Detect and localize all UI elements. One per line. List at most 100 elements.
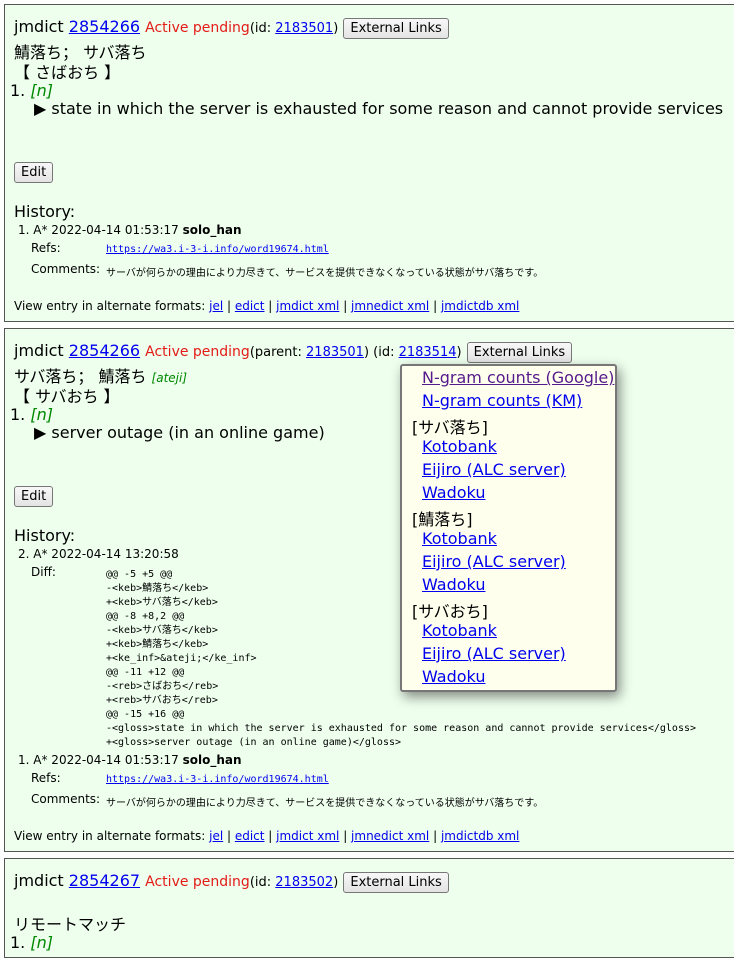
history-timestamp: A* 2022-04-14 13:20:58 bbox=[33, 547, 179, 561]
sense-number: 1. bbox=[10, 933, 26, 952]
entry-header: jmdict 2854267 Active pending(id: 218350… bbox=[14, 871, 449, 893]
id-suffix: ) bbox=[456, 345, 462, 360]
history-number: 1. bbox=[18, 223, 30, 237]
history-item: 1. A* 2022-04-14 01:53:17 solo_han bbox=[18, 223, 242, 237]
popup-group-heading: [サバおち] bbox=[412, 602, 488, 621]
external-links-button[interactable]: External Links bbox=[343, 872, 449, 893]
eijiro-link[interactable]: Eijiro (ALC server) bbox=[422, 644, 566, 663]
refs-label: Refs: bbox=[31, 241, 61, 255]
format-edict-link[interactable]: edict bbox=[235, 829, 265, 843]
history-number: 2. bbox=[18, 547, 30, 561]
ateji-tag: [ateji] bbox=[151, 371, 188, 385]
id-suffix: ) bbox=[333, 875, 339, 890]
popup-group-heading: [サバ落ち] bbox=[412, 418, 488, 437]
comments-label: Comments: bbox=[31, 262, 101, 276]
id-prefix: (id: bbox=[249, 21, 276, 36]
format-jmnedict-xml-link[interactable]: jmnedict xml bbox=[351, 829, 429, 843]
edit-button[interactable]: Edit bbox=[14, 162, 54, 183]
comments-text: サーバが何らかの理由により力尽きて、サービスを提供できなくなっている状態がサバ落… bbox=[106, 798, 544, 809]
corpus-label: jmdict bbox=[14, 17, 64, 36]
eijiro-link[interactable]: Eijiro (ALC server) bbox=[422, 552, 566, 571]
status-label: Active pending bbox=[145, 874, 250, 890]
format-jel-link[interactable]: jel bbox=[209, 299, 223, 313]
gloss-text: ▶ state in which the server is exhausted… bbox=[34, 99, 724, 118]
external-links-button[interactable]: External Links bbox=[466, 342, 573, 363]
reading-line: 【 サバおち 】 bbox=[14, 387, 120, 406]
history-item: 2. A* 2022-04-14 13:20:58 bbox=[18, 547, 179, 561]
seq-link[interactable]: 2854267 bbox=[69, 871, 140, 890]
kotobank-link[interactable]: Kotobank bbox=[422, 529, 497, 548]
diff-label: Diff: bbox=[31, 565, 56, 579]
entry-card-1: jmdict 2854266 Active pending(id: 218350… bbox=[4, 4, 734, 322]
history-item: 1. A* 2022-04-14 01:53:17 solo_han bbox=[18, 753, 242, 767]
sense-number: 1. bbox=[10, 81, 26, 100]
status-label: Active pending bbox=[145, 344, 250, 360]
history-title: History: bbox=[14, 202, 76, 221]
refs-label: Refs: bbox=[31, 771, 61, 785]
corpus-label: jmdict bbox=[14, 871, 64, 890]
id-link[interactable]: 2183501 bbox=[275, 21, 333, 36]
comments-text: サーバが何らかの理由により力尽きて、サービスを提供できなくなっている状態がサバ落… bbox=[106, 268, 544, 279]
diff-line: -<gloss>state in which the server is exh… bbox=[106, 723, 697, 734]
diff-line: @@ -15 +16 @@ bbox=[106, 709, 185, 720]
format-jmdict-xml-link[interactable]: jmdict xml bbox=[276, 299, 339, 313]
entry-card-2: jmdict 2854266 Active pending(parent: 21… bbox=[4, 328, 734, 852]
format-jmdictdb-xml-link[interactable]: jmdictdb xml bbox=[441, 299, 519, 313]
kotobank-link[interactable]: Kotobank bbox=[422, 437, 497, 456]
external-links-popup: N-gram counts (Google) N-gram counts (KM… bbox=[400, 364, 617, 692]
pos-tag: [n] bbox=[30, 933, 53, 952]
kana-line: リモートマッチ bbox=[14, 915, 127, 934]
seq-link[interactable]: 2854266 bbox=[69, 341, 140, 360]
refs-link[interactable]: https://wa3.i-3-i.info/word19674.html bbox=[106, 244, 329, 255]
parent-prefix: (parent: bbox=[249, 345, 307, 360]
ngram-km-link[interactable]: N-gram counts (KM) bbox=[422, 391, 582, 410]
history-timestamp: A* 2022-04-14 01:53:17 bbox=[33, 753, 179, 767]
refs-link[interactable]: https://wa3.i-3-i.info/word19674.html bbox=[106, 774, 329, 785]
history-user: solo_han bbox=[182, 753, 242, 767]
edit-button[interactable]: Edit bbox=[14, 486, 54, 507]
id-link[interactable]: 2183502 bbox=[275, 875, 333, 890]
pos-tag: [n] bbox=[30, 405, 53, 424]
id-link[interactable]: 2183514 bbox=[399, 345, 457, 360]
id-prefix: ) (id: bbox=[363, 345, 399, 360]
diff-line: +<gloss>server outage (in an online game… bbox=[106, 737, 402, 748]
sense-1: 1. [n] bbox=[10, 81, 53, 100]
formats-label: View entry in alternate formats: bbox=[14, 299, 206, 313]
reading-line: 【 さばおち 】 bbox=[14, 63, 121, 82]
format-jmdictdb-xml-link[interactable]: jmdictdb xml bbox=[441, 829, 519, 843]
diff-line: +<reb>サバおち</reb> bbox=[106, 695, 218, 706]
ngram-google-link[interactable]: N-gram counts (Google) bbox=[422, 368, 614, 387]
wadoku-link[interactable]: Wadoku bbox=[422, 483, 485, 502]
alternate-formats: View entry in alternate formats: jel | e… bbox=[14, 299, 520, 313]
entry-card-3: jmdict 2854267 Active pending(id: 218350… bbox=[4, 858, 734, 958]
format-jmdict-xml-link[interactable]: jmdict xml bbox=[276, 829, 339, 843]
popup-group-heading: [鯖落ち] bbox=[412, 510, 473, 529]
gloss-text: ▶ server outage (in an online game) bbox=[34, 423, 325, 442]
wadoku-link[interactable]: Wadoku bbox=[422, 575, 485, 594]
wadoku-link[interactable]: Wadoku bbox=[422, 667, 485, 686]
parent-link[interactable]: 2183501 bbox=[306, 345, 364, 360]
sense-1: 1. [n] bbox=[10, 405, 53, 424]
entry-header: jmdict 2854266 Active pending(id: 218350… bbox=[14, 17, 449, 39]
seq-link[interactable]: 2854266 bbox=[69, 17, 140, 36]
id-prefix: (id: bbox=[249, 875, 276, 890]
status-label: Active pending bbox=[145, 20, 250, 36]
history-timestamp: A* 2022-04-14 01:53:17 bbox=[33, 223, 179, 237]
comments-label: Comments: bbox=[31, 792, 101, 806]
formats-label: View entry in alternate formats: bbox=[14, 829, 206, 843]
history-number: 1. bbox=[18, 753, 30, 767]
external-links-button[interactable]: External Links bbox=[343, 18, 449, 39]
history-user: solo_han bbox=[182, 223, 242, 237]
sense-number: 1. bbox=[10, 405, 26, 424]
eijiro-link[interactable]: Eijiro (ALC server) bbox=[422, 460, 566, 479]
format-edict-link[interactable]: edict bbox=[235, 299, 265, 313]
id-suffix: ) bbox=[333, 21, 339, 36]
pos-tag: [n] bbox=[30, 81, 53, 100]
corpus-label: jmdict bbox=[14, 341, 64, 360]
alternate-formats: View entry in alternate formats: jel | e… bbox=[14, 829, 520, 843]
kotobank-link[interactable]: Kotobank bbox=[422, 621, 497, 640]
format-jel-link[interactable]: jel bbox=[209, 829, 223, 843]
entry-header: jmdict 2854266 Active pending(parent: 21… bbox=[14, 341, 573, 363]
sense-1: 1. [n] bbox=[10, 933, 53, 952]
format-jmnedict-xml-link[interactable]: jmnedict xml bbox=[351, 299, 429, 313]
